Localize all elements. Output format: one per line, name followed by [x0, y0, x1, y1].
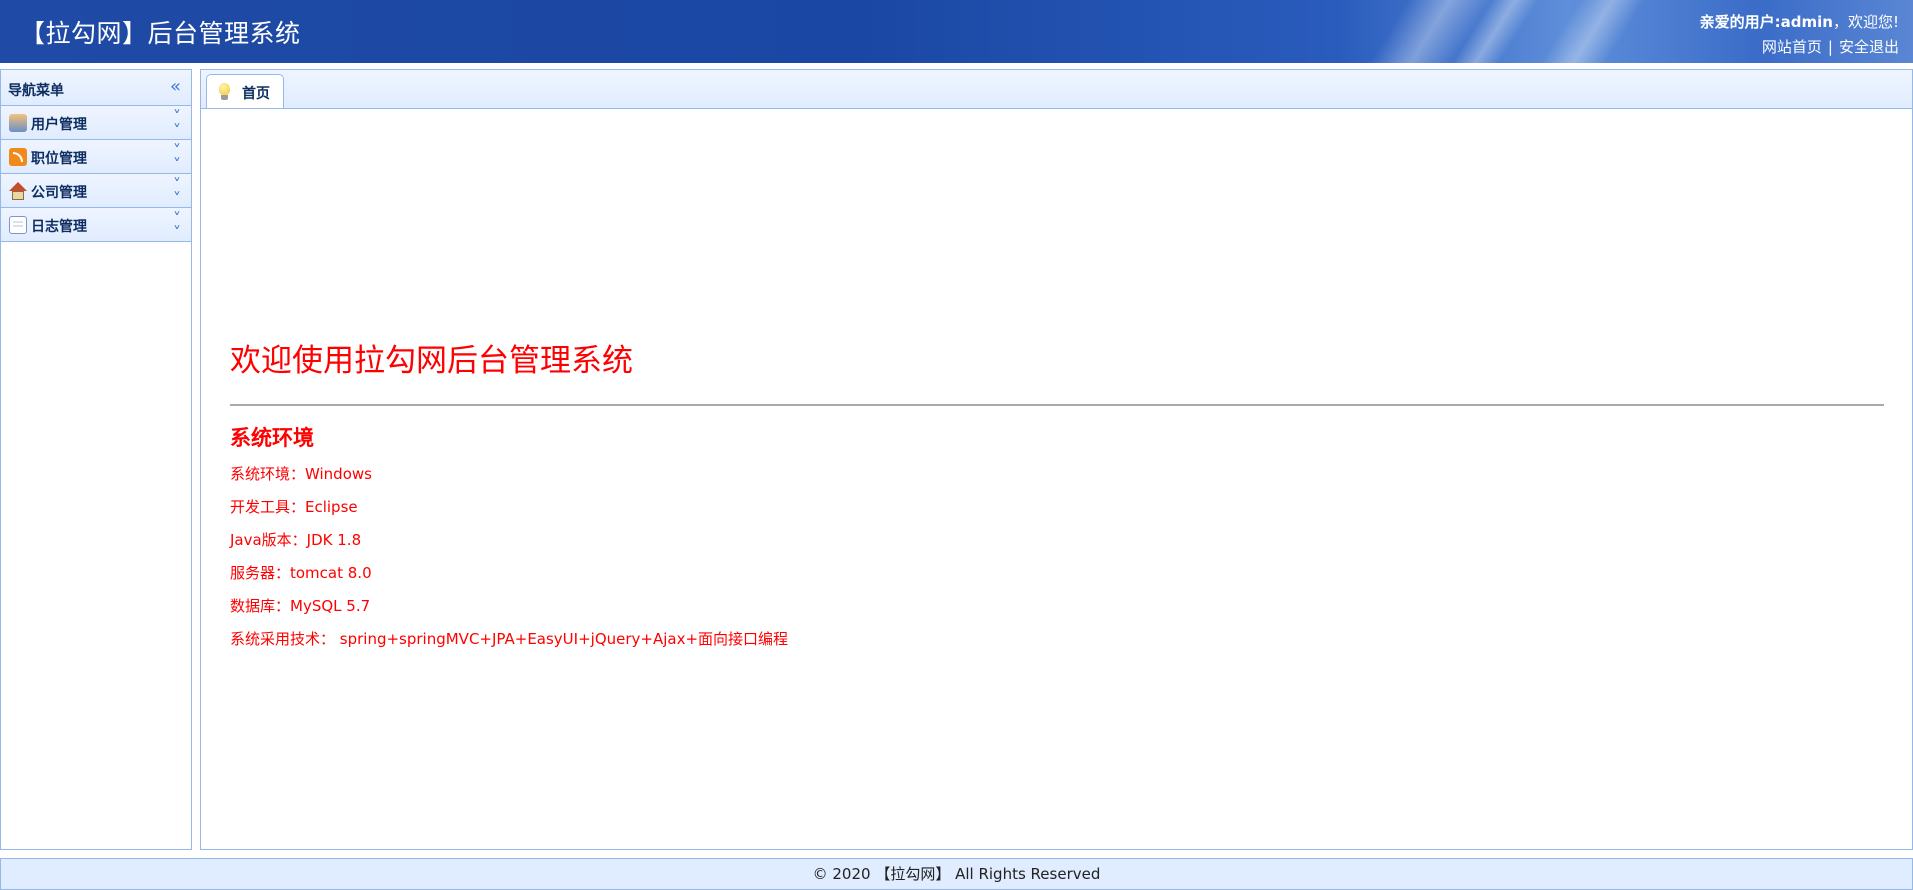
- welcome-heading: 欢迎使用拉勾网后台管理系统: [230, 343, 633, 379]
- log-icon: [9, 216, 27, 234]
- env-line-server: 服务器：tomcat 8.0: [230, 564, 372, 582]
- username: admin: [1780, 13, 1833, 31]
- greeting: 亲爱的用户:admin，欢迎您!: [1700, 10, 1899, 35]
- env-line-os: 系统环境：Windows: [230, 465, 372, 483]
- footer: © 2020 【拉勾网】 All Rights Reserved: [0, 858, 1913, 890]
- user-admin-icon: [9, 114, 27, 132]
- link-separator: |: [1827, 38, 1833, 56]
- sidebar-item-label: 公司管理: [31, 185, 87, 201]
- rss-icon: [9, 148, 27, 166]
- greeting-prefix: 亲爱的用户:: [1699, 13, 1781, 31]
- home-icon: [9, 182, 27, 200]
- expand-chevron-icon[interactable]: ˅ ˅: [173, 109, 181, 139]
- divider: [230, 404, 1884, 406]
- sidebar-item-user-management[interactable]: 用户管理 ˅ ˅: [1, 106, 191, 140]
- tab-label: 首页: [242, 86, 270, 102]
- home-link[interactable]: 网站首页: [1762, 38, 1822, 56]
- sidebar-item-label: 日志管理: [31, 219, 87, 235]
- sidebar-header: 导航菜单 «: [1, 70, 191, 106]
- sidebar-item-job-management[interactable]: 职位管理 ˅ ˅: [1, 140, 191, 174]
- top-header: 【拉勾网】后台管理系统 亲爱的用户:admin，欢迎您! 网站首页 | 安全退出: [0, 0, 1913, 63]
- env-line-ide: 开发工具：Eclipse: [230, 498, 358, 516]
- expand-chevron-icon[interactable]: ˅ ˅: [173, 177, 181, 207]
- sidebar: 导航菜单 « 用户管理 ˅ ˅ 职位管理 ˅ ˅ 公司管理 ˅ ˅ 日志管理 ˅ ˅: [0, 69, 192, 850]
- footer-copyright: © 2020 【拉勾网】 All Rights Reserved: [812, 865, 1101, 883]
- header-links: 网站首页 | 安全退出: [1700, 35, 1899, 60]
- sidebar-item-label: 用户管理: [31, 117, 87, 133]
- lightbulb-icon: [219, 83, 230, 95]
- user-info: 亲爱的用户:admin，欢迎您! 网站首页 | 安全退出: [1700, 10, 1899, 60]
- sidebar-item-company-management[interactable]: 公司管理 ˅ ˅: [1, 174, 191, 208]
- env-section-title: 系统环境: [230, 426, 314, 450]
- tab-bar: 首页: [201, 70, 1912, 109]
- main-panel: 首页 欢迎使用拉勾网后台管理系统 系统环境 系统环境：Windows 开发工具：…: [200, 69, 1913, 850]
- greeting-suffix: ，欢迎您!: [1832, 13, 1899, 31]
- collapse-sidebar-icon[interactable]: «: [170, 76, 181, 97]
- env-line-database: 数据库：MySQL 5.7: [230, 597, 371, 615]
- expand-chevron-icon[interactable]: ˅ ˅: [173, 211, 181, 241]
- tab-home[interactable]: 首页: [206, 74, 284, 108]
- sidebar-item-label: 职位管理: [31, 151, 87, 167]
- lightbulb-icon-base: [221, 95, 228, 100]
- logout-link[interactable]: 安全退出: [1839, 38, 1899, 56]
- app-title: 【拉勾网】后台管理系统: [20, 19, 301, 48]
- header-decor: [1521, 0, 1654, 63]
- sidebar-item-log-management[interactable]: 日志管理 ˅ ˅: [1, 208, 191, 242]
- sidebar-title: 导航菜单: [8, 83, 64, 99]
- expand-chevron-icon[interactable]: ˅ ˅: [173, 143, 181, 173]
- env-line-java: Java版本：JDK 1.8: [230, 531, 362, 549]
- env-line-tech: 系统采用技术： spring+springMVC+JPA+EasyUI+jQue…: [230, 630, 789, 648]
